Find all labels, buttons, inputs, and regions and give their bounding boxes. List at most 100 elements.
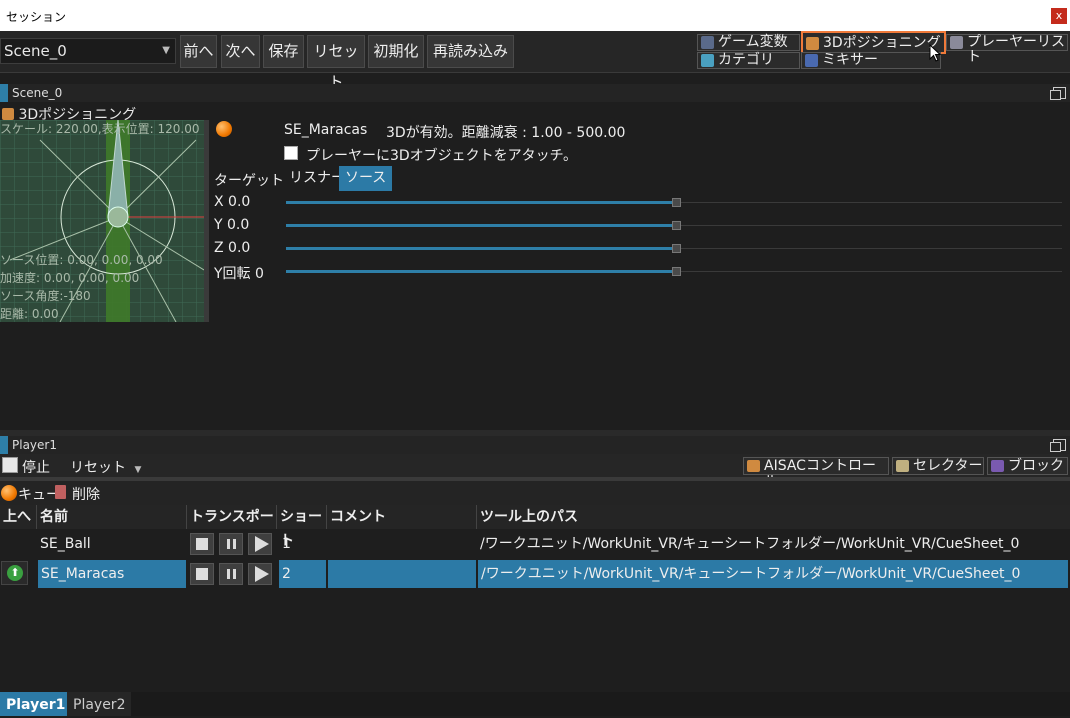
row-path: /ワークユニット/WorkUnit_VR/キューシートフォルダー/WorkUni… — [478, 560, 1068, 588]
trash-icon — [55, 485, 66, 499]
selector-icon — [896, 460, 909, 472]
col-up[interactable]: 上へ — [0, 505, 37, 529]
block-icon — [991, 460, 1004, 472]
category-icon — [701, 54, 714, 67]
tab-3d-positioning[interactable]: 3Dポジショニング — [801, 31, 946, 54]
player-tabs: Player1 Player2 — [0, 692, 1070, 716]
next-button[interactable]: 次へ — [221, 35, 260, 68]
viz-scale-text: スケール: 220.00,表示位置: 120.00 — [0, 122, 200, 136]
tab-player2[interactable]: Player2 — [67, 692, 132, 716]
slider-track[interactable] — [674, 248, 1062, 249]
aisac-icon — [747, 460, 760, 472]
window-title: セッション — [6, 10, 67, 24]
slider-thumb[interactable] — [672, 221, 681, 230]
title-bar: セッション x — [0, 0, 1070, 31]
selector-button[interactable]: セレクター — [892, 457, 984, 475]
row-path: /ワークユニット/WorkUnit_VR/キューシートフォルダー/WorkUni… — [480, 536, 1020, 552]
cue-ball-icon — [216, 121, 232, 137]
row-comment — [327, 530, 477, 558]
list-icon — [950, 36, 963, 49]
chevron-down-icon: ▼ — [162, 45, 170, 56]
stop-button[interactable]: 停止 — [22, 457, 50, 477]
slider-thumb[interactable] — [672, 244, 681, 253]
target-label: ターゲット — [214, 173, 284, 189]
prev-button[interactable]: 前へ — [180, 35, 217, 68]
scene-panel-title: Scene_0 — [12, 86, 63, 100]
col-short[interactable]: ショート — [277, 505, 327, 549]
reload-button[interactable]: 再読み込み — [427, 35, 514, 68]
row-name: SE_Ball — [40, 536, 91, 552]
slider-yrot-label: Y回転 0 — [214, 266, 264, 282]
positioning-icon — [2, 108, 14, 120]
col-transport[interactable]: トランスポート — [187, 505, 277, 549]
row-short: 2 — [279, 560, 326, 588]
slider-thumb[interactable] — [672, 198, 681, 207]
viz-distance-text: 距離: 0.00 — [0, 307, 59, 321]
maximize-icon[interactable] — [1050, 439, 1066, 452]
slider-fill — [286, 201, 674, 204]
cue-3d-info: 3Dが有効。距離減衰 : 1.00 - 500.00 — [386, 125, 626, 141]
reset-button[interactable]: リセット — [307, 35, 365, 91]
scene-select-value: Scene_0 — [4, 42, 67, 60]
row-short: 1 — [282, 536, 291, 552]
stop-icon[interactable] — [2, 457, 18, 473]
aisac-control-button[interactable]: AISACコントロール — [743, 457, 889, 490]
slider-fill — [286, 247, 674, 250]
col-comment[interactable]: コメント — [327, 505, 477, 529]
cue-table-header: 上へ 名前 トランスポート ショート コメント ツール上のパス — [0, 505, 1070, 549]
arrow-up-icon: ⬆ — [7, 565, 23, 581]
cue-name: SE_Maracas — [284, 122, 368, 138]
scene-panel-header: Scene_0 — [0, 84, 1070, 102]
viz-resize-handle[interactable] — [204, 120, 209, 322]
tab-player-list[interactable]: プレーヤーリスト — [946, 34, 1068, 65]
slider-fill — [286, 270, 674, 273]
close-button[interactable]: x — [1051, 8, 1067, 24]
player-panel-title: Player1 — [12, 438, 57, 452]
viz-acceleration-text: 加速度: 0.00, 0.00, 0.00 — [0, 271, 140, 285]
player-panel-header: Player1 — [0, 436, 1070, 454]
slider-track[interactable] — [674, 271, 1062, 272]
tab-player1[interactable]: Player1 — [0, 692, 72, 716]
pause-icon[interactable] — [219, 563, 243, 585]
reset-dropdown[interactable]: リセット ▼ — [70, 457, 141, 477]
col-path[interactable]: ツール上のパス — [477, 505, 1070, 529]
col-name[interactable]: 名前 — [37, 505, 187, 529]
block-button[interactable]: ブロック — [987, 457, 1068, 475]
stop-icon[interactable] — [190, 563, 214, 585]
row-comment — [328, 560, 476, 588]
cue-icon — [1, 485, 17, 501]
play-icon[interactable] — [248, 563, 272, 585]
table-row[interactable]: SE_Ball 1 /ワークユニット/WorkUnit_VR/キューシートフォル… — [0, 530, 1070, 558]
stop-icon[interactable] — [190, 533, 214, 555]
delete-button[interactable]: 削除 — [72, 484, 100, 504]
cue-toolbar: キュー 削除 — [0, 481, 1070, 505]
toolbar: Scene_0 ▼ 前へ 次へ 保存 リセット 初期化 再読み込み ゲーム変数 … — [0, 31, 1070, 91]
play-icon[interactable] — [248, 533, 272, 555]
tab-mixer[interactable]: ミキサー — [801, 52, 941, 69]
table-row[interactable]: ⬆ SE_Maracas 2 /ワークユニット/WorkUnit_VR/キューシ… — [0, 560, 1070, 588]
positioning-visualizer[interactable]: スケール: 220.00,表示位置: 120.00 ソース位置: 0.00, 0… — [0, 120, 204, 322]
slider-thumb[interactable] — [672, 267, 681, 276]
cue-button[interactable]: キュー — [18, 484, 60, 504]
save-button[interactable]: 保存 — [263, 35, 304, 68]
tab-game-variables[interactable]: ゲーム変数 — [697, 34, 800, 51]
maximize-icon[interactable] — [1050, 87, 1066, 100]
slider-track[interactable] — [674, 202, 1062, 203]
slider-track[interactable] — [674, 225, 1062, 226]
positioning-icon — [806, 37, 819, 50]
mixer-icon — [805, 54, 818, 67]
target-source-option[interactable]: ソース — [339, 166, 393, 191]
pause-icon[interactable] — [219, 533, 243, 555]
viz-source-angle-text: ソース角度:-180 — [0, 289, 91, 303]
scene-select[interactable]: Scene_0 ▼ — [0, 38, 176, 64]
move-up-button[interactable]: ⬆ — [1, 561, 28, 585]
slider-x-label: X 0.0 — [214, 194, 251, 210]
chevron-down-icon: ▼ — [134, 465, 142, 475]
initialize-button[interactable]: 初期化 — [368, 35, 424, 68]
attach-checkbox[interactable] — [284, 146, 298, 160]
viz-source-position-text: ソース位置: 0.00, 0.00, 0.00 — [0, 253, 163, 267]
row-name: SE_Maracas — [38, 560, 186, 588]
attach-label: プレーヤーに3Dオブジェクトをアタッチ。 — [306, 148, 577, 164]
tab-category[interactable]: カテゴリ — [697, 52, 800, 69]
slider-y-label: Y 0.0 — [214, 217, 250, 233]
